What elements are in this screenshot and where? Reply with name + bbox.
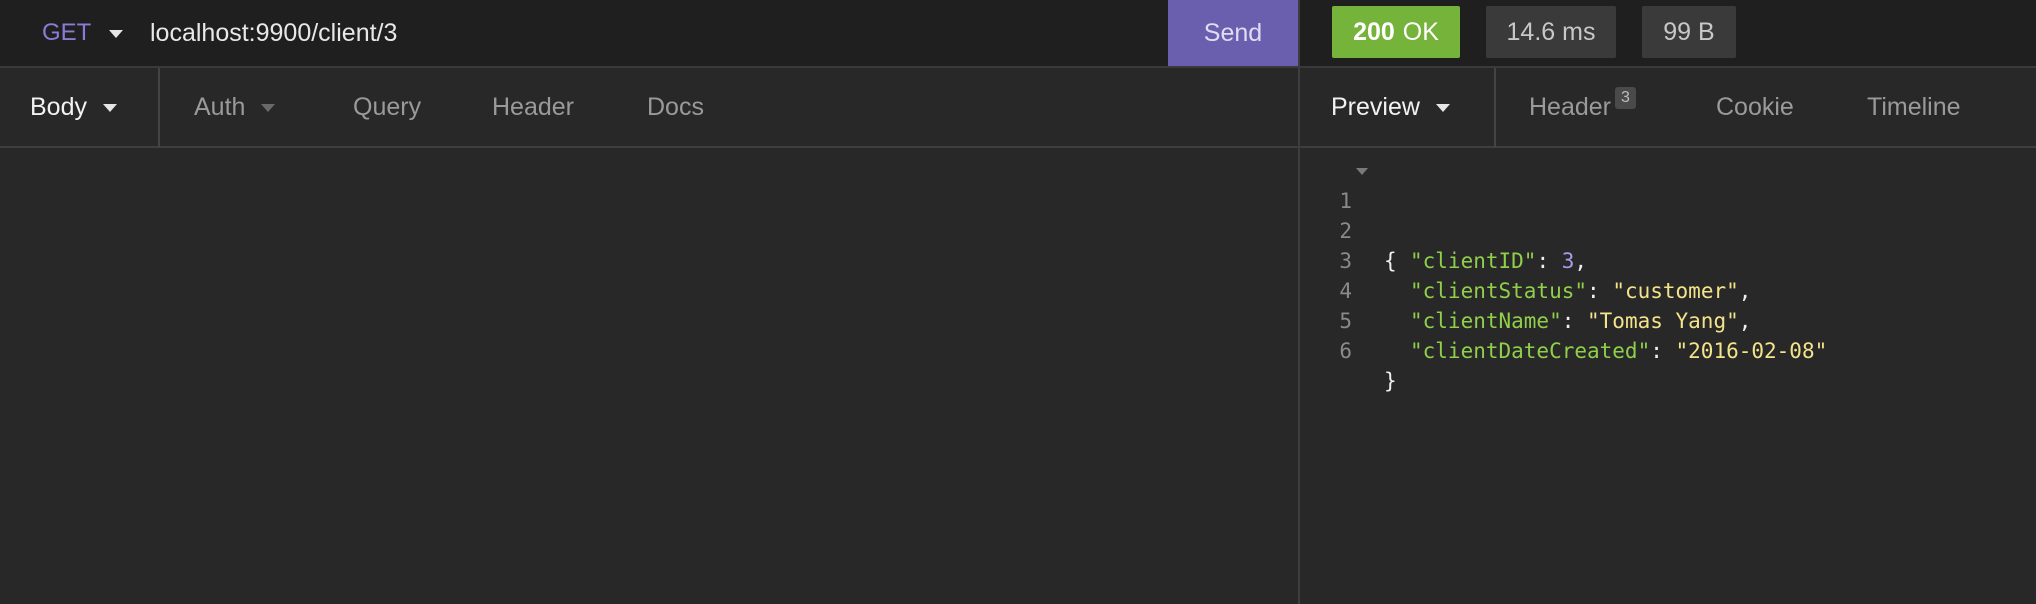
request-pane: GET Send Body Auth Query Header xyxy=(0,0,1298,604)
code-line: 1 { xyxy=(1300,156,2036,273)
tab-docs[interactable]: Docs xyxy=(647,68,704,146)
code-line: 2 "clientID": 3, xyxy=(1300,186,2036,273)
tab-auth-label: Auth xyxy=(194,92,246,121)
response-body-viewer[interactable]: 1 { 2 "clientID": 3, 3 "clientStatus": "… xyxy=(1300,156,2036,393)
chevron-down-icon xyxy=(1435,104,1450,112)
tab-query-label: Query xyxy=(353,92,422,121)
tab-cookie-label: Cookie xyxy=(1716,92,1794,121)
tab-preview[interactable]: Preview xyxy=(1331,68,1450,146)
chevron-down-icon xyxy=(102,104,117,112)
json-key: "clientDateCreated" xyxy=(1410,339,1651,363)
tab-header[interactable]: Header xyxy=(492,68,574,146)
tab-auth[interactable]: Auth xyxy=(194,68,276,146)
tab-query[interactable]: Query xyxy=(353,68,421,146)
url-bar: GET Send xyxy=(0,0,1298,68)
request-tabs: Body Auth Query Header Docs xyxy=(0,68,1298,148)
code-line: 5 "clientDateCreated": "2016-02-08" xyxy=(1300,276,2036,363)
response-time-badge: 14.6 ms xyxy=(1486,6,1616,58)
app-window: GET Send Body Auth Query Header xyxy=(0,0,2036,604)
method-label: GET xyxy=(42,19,92,46)
tab-header-label: Header xyxy=(492,92,574,121)
tab-cookie[interactable]: Cookie xyxy=(1716,68,1794,146)
tab-body-label: Body xyxy=(30,92,87,121)
tab-timeline[interactable]: Timeline xyxy=(1867,68,1961,146)
send-button[interactable]: Send xyxy=(1168,0,1298,66)
response-size-badge: 99 B xyxy=(1642,6,1736,58)
response-status-bar: 200 OK 14.6 ms 99 B xyxy=(1300,0,2036,68)
json-sep: : xyxy=(1650,339,1676,363)
url-input[interactable] xyxy=(150,0,1160,66)
fold-toggle-icon[interactable] xyxy=(1356,168,1368,175)
code-line: 3 "clientStatus": "customer", xyxy=(1300,216,2036,303)
tab-docs-label: Docs xyxy=(647,92,704,121)
method-select[interactable]: GET xyxy=(42,0,124,66)
code-line: 6 } xyxy=(1300,306,2036,393)
chevron-down-icon xyxy=(109,30,124,38)
code-brace: } xyxy=(1384,369,1397,393)
status-code: 200 xyxy=(1353,17,1395,46)
line-number: 6 xyxy=(1339,339,1352,363)
response-tabs: Preview Header 3 Cookie Timeline xyxy=(1300,68,2036,148)
response-pane: 200 OK 14.6 ms 99 B Preview Header 3 Coo… xyxy=(1300,0,2036,604)
tab-body[interactable]: Body xyxy=(30,68,117,146)
header-count-badge: 3 xyxy=(1615,87,1636,109)
tab-divider xyxy=(158,68,160,148)
tab-preview-label: Preview xyxy=(1331,92,1420,121)
tab-response-header-label: Header xyxy=(1529,92,1611,121)
chevron-down-icon xyxy=(261,104,276,112)
tab-response-header[interactable]: Header 3 xyxy=(1529,68,1636,146)
code-content: "clientDateCreated": "2016-02-08" xyxy=(1410,336,1827,366)
tab-timeline-label: Timeline xyxy=(1867,92,1961,121)
status-text: OK xyxy=(1402,17,1439,46)
request-body-area[interactable] xyxy=(0,148,1298,604)
code-line: 4 "clientName": "Tomas Yang", xyxy=(1300,246,2036,333)
status-badge: 200 OK xyxy=(1332,6,1460,58)
json-string: "2016-02-08" xyxy=(1675,339,1828,363)
tab-divider xyxy=(1494,68,1496,148)
